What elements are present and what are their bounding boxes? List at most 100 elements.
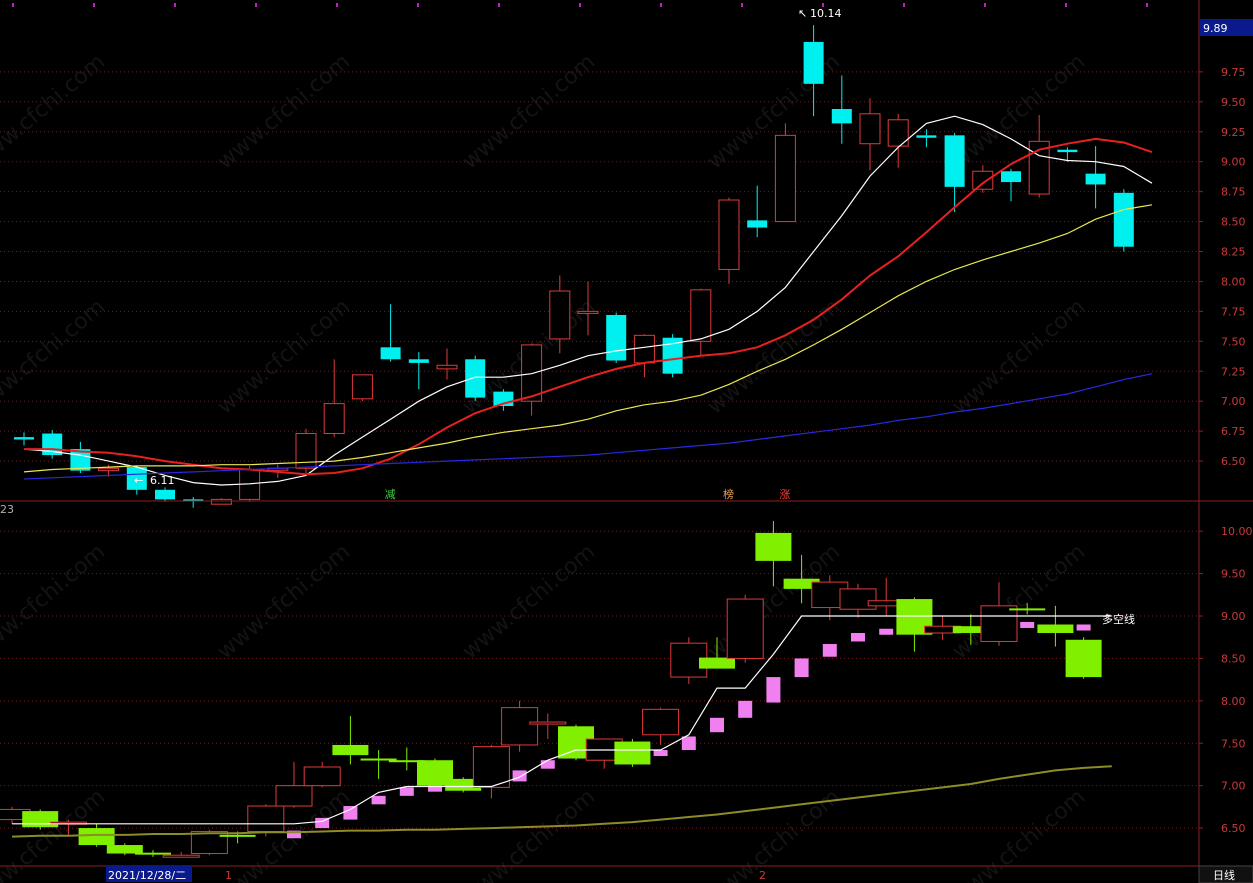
- candle-body-up[interactable]: [633, 334, 655, 364]
- y-tick-label: 8.50: [1221, 652, 1246, 665]
- candle-body-down[interactable]: [380, 347, 401, 360]
- grid-lines: [0, 71, 1199, 829]
- top-edge-marker: [660, 3, 662, 7]
- candle-body-down[interactable]: [1057, 149, 1078, 153]
- candle-body-down[interactable]: [916, 135, 937, 138]
- candle-body-up[interactable]: [718, 199, 740, 270]
- candle-body-up[interactable]: [303, 766, 341, 787]
- signal-marker: [738, 700, 753, 718]
- candle-body-up[interactable]: [529, 721, 567, 725]
- candle-body-down[interactable]: [465, 359, 486, 398]
- y-tick-label: 8.00: [1221, 275, 1246, 288]
- watermark-text: www.cfchi.com: [703, 49, 845, 174]
- signal-marker: [766, 677, 781, 703]
- high-label: 10.14: [810, 7, 842, 20]
- y-tick-label: 10.00: [1221, 525, 1253, 538]
- candle-body-down[interactable]: [22, 811, 59, 828]
- candle-body-up[interactable]: [521, 344, 543, 402]
- watermark-text: www.cfchi.com: [458, 784, 600, 883]
- month-marker-2: 2: [759, 869, 766, 882]
- candle-body-up[interactable]: [247, 805, 285, 832]
- candle-body-up[interactable]: [887, 119, 909, 147]
- candle-body-down[interactable]: [803, 41, 824, 84]
- candle-body-down[interactable]: [614, 741, 651, 765]
- top-edge-marker: [336, 3, 338, 7]
- y-tick-label: 7.25: [1221, 365, 1246, 378]
- candle-body-up[interactable]: [980, 605, 1018, 642]
- candle-body-down[interactable]: [78, 828, 115, 846]
- signal-label: 减: [385, 488, 396, 501]
- candle-body-up[interactable]: [859, 113, 881, 145]
- y-tick-label: 7.00: [1221, 780, 1246, 793]
- candle-body-down[interactable]: [1001, 171, 1021, 183]
- signal-marker: [794, 658, 809, 678]
- signal-label: 涨: [779, 488, 790, 501]
- y-tick-label: 8.75: [1221, 186, 1246, 199]
- candle-body-down[interactable]: [332, 744, 369, 756]
- y-tick-label: 9.00: [1221, 156, 1246, 169]
- moving-average-line: [23, 204, 1153, 473]
- candle-body-up[interactable]: [436, 364, 458, 370]
- candle-body-up[interactable]: [210, 498, 232, 505]
- candle-body-up[interactable]: [275, 785, 313, 807]
- candle-body-up[interactable]: [642, 708, 680, 736]
- candle-body-down[interactable]: [135, 852, 171, 855]
- candle-body-up[interactable]: [98, 467, 120, 472]
- watermark-text: www.cfchi.com: [213, 49, 355, 174]
- candle-body-down[interactable]: [747, 220, 768, 228]
- low-arrow: ←: [134, 474, 143, 487]
- signal-marker: [681, 736, 696, 751]
- top-edge-marker: [255, 3, 257, 7]
- candle-body-down[interactable]: [155, 489, 175, 500]
- candle-body-down[interactable]: [14, 437, 34, 440]
- candle-body-down[interactable]: [1085, 173, 1106, 185]
- candle-body-down[interactable]: [1037, 624, 1074, 633]
- candle-body-down[interactable]: [1065, 639, 1102, 678]
- y-tick-label: 6.75: [1221, 425, 1246, 438]
- signal-marker: [399, 787, 414, 796]
- candle-body-down[interactable]: [831, 109, 852, 124]
- candle-body-up[interactable]: [577, 310, 599, 314]
- signal-marker: [371, 795, 386, 805]
- moving-average-line: [11, 765, 1112, 838]
- candle-body-down[interactable]: [1009, 608, 1046, 611]
- candle-body-down[interactable]: [408, 359, 429, 363]
- watermark-text: www.cfchi.com: [458, 49, 600, 174]
- top-edge-marker: [579, 3, 581, 7]
- candle-body-up[interactable]: [472, 746, 510, 788]
- date-label: 2021/12/28/二: [108, 869, 186, 882]
- candle-body-up[interactable]: [549, 290, 571, 340]
- signal-marker: [653, 750, 668, 757]
- candle-body-up[interactable]: [501, 707, 539, 746]
- candle-body-down[interactable]: [699, 657, 735, 669]
- candle-body-up[interactable]: [972, 170, 994, 190]
- y-tick-label: 7.75: [1221, 305, 1246, 318]
- candle-body-up[interactable]: [190, 830, 228, 855]
- top-panel-candles[interactable]: [14, 25, 1153, 508]
- candle-body-down[interactable]: [1113, 192, 1134, 247]
- candle-body-up[interactable]: [323, 403, 345, 435]
- candle-body-up[interactable]: [351, 374, 373, 400]
- y-tick-label: 7.00: [1221, 395, 1246, 408]
- y-tick-label: 8.50: [1221, 216, 1246, 229]
- candle-body-down[interactable]: [755, 532, 792, 561]
- stock-chart[interactable]: www.cfchi.com www.cfchi.com www.cfchi.com w…: [0, 0, 1253, 883]
- candle-body-up[interactable]: [726, 598, 764, 659]
- top-edge-marker: [498, 3, 500, 7]
- signal-marker: [1076, 624, 1091, 631]
- candle-body-down[interactable]: [219, 834, 256, 837]
- low-label: 6.11: [150, 474, 175, 487]
- candle-body-up[interactable]: [690, 289, 712, 342]
- top-edge-marker: [984, 3, 986, 7]
- month-marker-1: 1: [225, 869, 232, 882]
- high-arrow: ↖: [798, 7, 807, 20]
- candle-body-down[interactable]: [106, 845, 143, 854]
- watermark-text: www.cfchi.com: [948, 49, 1090, 174]
- period-label[interactable]: 日线: [1213, 868, 1235, 882]
- y-tick-label: 9.50: [1221, 96, 1246, 109]
- candle-body-down[interactable]: [944, 135, 965, 187]
- candle-body-down[interactable]: [606, 314, 627, 361]
- watermark-text: www.cfchi.com: [703, 784, 845, 883]
- candle-body-up[interactable]: [774, 134, 796, 223]
- candle-body-up[interactable]: [162, 854, 200, 858]
